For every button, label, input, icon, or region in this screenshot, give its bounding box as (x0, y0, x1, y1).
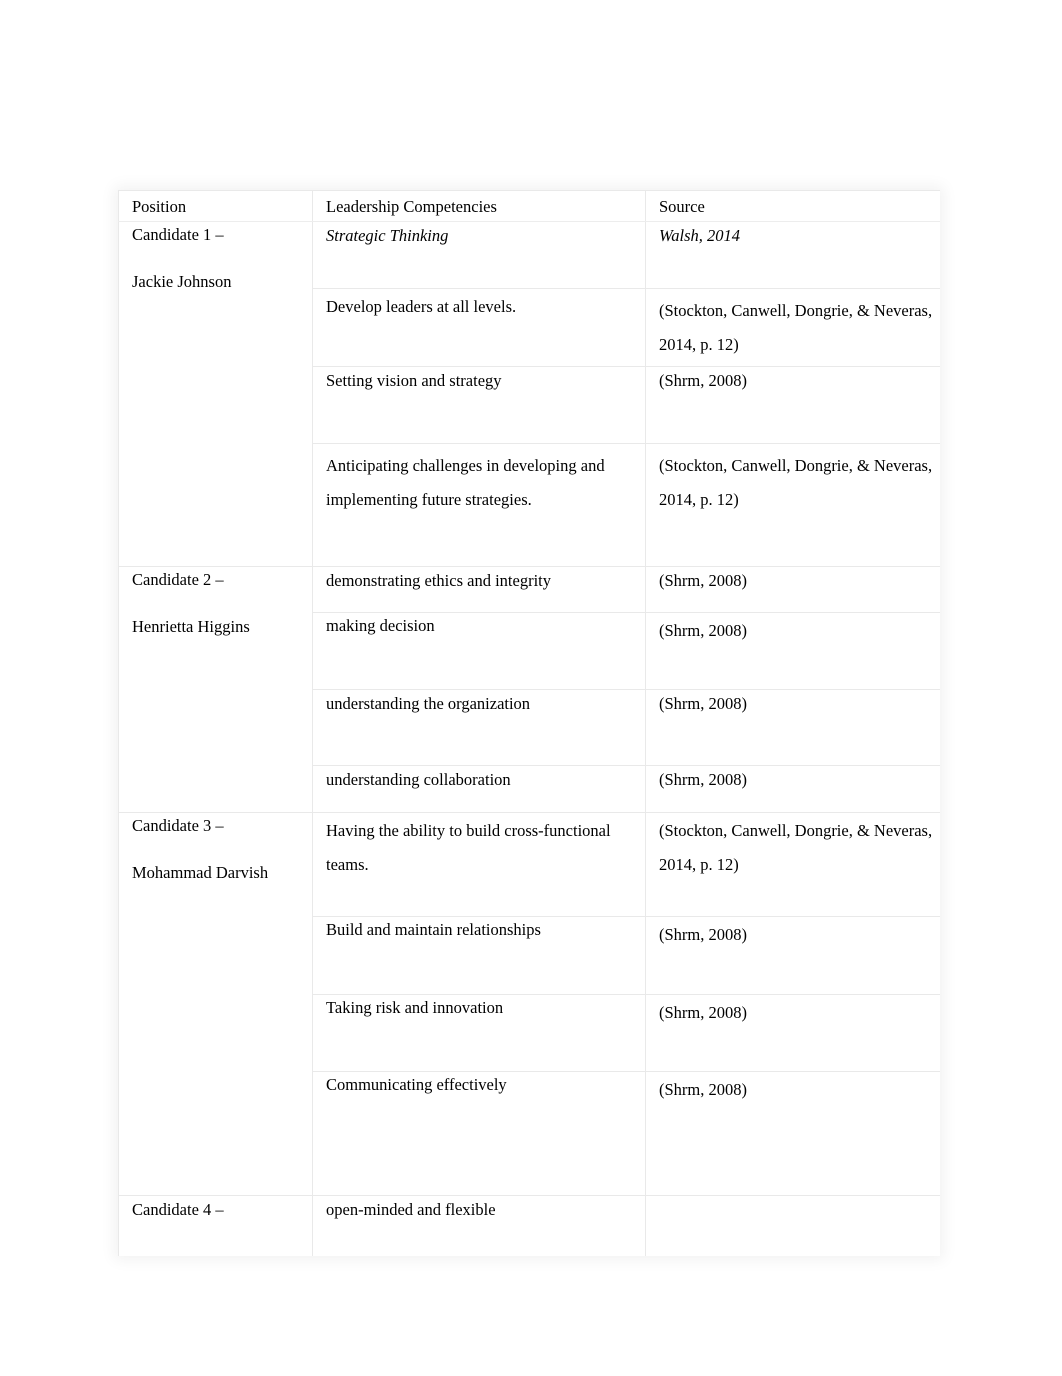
source-cell: (Shrm, 2008) (645, 916, 940, 995)
competency-text: demonstrating ethics and integrity (326, 571, 551, 590)
competency-cell: Setting vision and strategy (312, 366, 646, 444)
competency-text: understanding collaboration (326, 770, 511, 789)
source-text: (Shrm, 2008) (659, 1080, 747, 1099)
competency-text: Communicating effectively (326, 1075, 507, 1094)
competency-cell: understanding the organization (312, 689, 646, 766)
table-row: Candidate 4 – open-minded and flexible (118, 1195, 940, 1256)
source-text (659, 1196, 934, 1197)
candidate-cell-2: Candidate 2 – Henrietta Higgins (118, 566, 313, 813)
source-cell: (Shrm, 2008) (645, 994, 940, 1072)
header-label-position: Position (132, 197, 187, 216)
competency-cell: open-minded and flexible (312, 1195, 646, 1256)
candidate-label-4: Candidate 4 – (132, 1200, 224, 1219)
competency-text: open-minded and flexible (326, 1200, 496, 1219)
source-text: (Shrm, 2008) (659, 925, 747, 944)
leadership-competencies-table: Position Leadership Competencies Source … (118, 190, 940, 1256)
competency-text: Setting vision and strategy (326, 371, 502, 390)
source-text: (Stockton, Canwell, Dongrie, & Neveras, … (659, 456, 933, 510)
competency-cell: understanding collaboration (312, 765, 646, 813)
candidate-cell-1: Candidate 1 – Jackie Johnson (118, 221, 313, 567)
source-text: (Shrm, 2008) (659, 621, 747, 640)
table-header-row: Position Leadership Competencies Source (118, 190, 940, 222)
competency-text: understanding the organization (326, 694, 531, 713)
competency-cell: Having the ability to build cross-functi… (312, 812, 646, 917)
candidate-name-2: Henrietta Higgins (132, 617, 250, 637)
table-row: Candidate 3 – Mohammad Darvish Having th… (118, 812, 940, 1196)
header-label-competencies: Leadership Competencies (326, 197, 497, 216)
source-cell: (Stockton, Canwell, Dongrie, & Neveras, … (645, 443, 940, 567)
table-row: Candidate 2 – Henrietta Higgins demonstr… (118, 566, 940, 813)
candidate-cell-4: Candidate 4 – (118, 1195, 313, 1256)
source-text: (Stockton, Canwell, Dongrie, & Neveras, … (659, 821, 933, 875)
table-row: Candidate 1 – Jackie Johnson Strategic T… (118, 221, 940, 567)
competency-text: Anticipating challenges in developing an… (326, 456, 605, 510)
competency-cell: Develop leaders at all levels. (312, 288, 646, 367)
candidate-label-1: Candidate 1 – (132, 225, 224, 244)
source-cell: (Stockton, Canwell, Dongrie, & Neveras, … (645, 288, 940, 367)
header-cell-position: Position (118, 190, 313, 222)
competency-text: Develop leaders at all levels. (326, 297, 517, 316)
source-cell: Walsh, 2014 (645, 221, 940, 289)
header-cell-source: Source (645, 190, 940, 222)
source-text: (Shrm, 2008) (659, 571, 747, 590)
candidate-name-3: Mohammad Darvish (132, 863, 269, 883)
source-cell: (Shrm, 2008) (645, 1071, 940, 1196)
source-cell: (Shrm, 2008) (645, 566, 940, 613)
competency-text: Build and maintain relationships (326, 920, 541, 939)
source-text: (Shrm, 2008) (659, 770, 747, 789)
document-page: Position Leadership Competencies Source … (0, 0, 1062, 1376)
source-cell (645, 1195, 940, 1256)
competency-text: Strategic Thinking (326, 226, 449, 245)
competency-cell: making decision (312, 612, 646, 690)
competency-text: making decision (326, 616, 435, 635)
competency-cell: demonstrating ethics and integrity (312, 566, 646, 613)
candidate-label-3: Candidate 3 – (132, 816, 224, 835)
competency-cell: Communicating effectively (312, 1071, 646, 1196)
competency-text: Taking risk and innovation (326, 998, 504, 1017)
candidate-label-2: Candidate 2 – (132, 570, 224, 589)
source-cell: (Shrm, 2008) (645, 366, 940, 444)
header-label-source: Source (659, 197, 705, 216)
source-cell: (Shrm, 2008) (645, 689, 940, 766)
competency-cell: Strategic Thinking (312, 221, 646, 289)
source-text: Walsh, 2014 (659, 226, 740, 245)
source-text: (Shrm, 2008) (659, 371, 747, 390)
source-cell: (Shrm, 2008) (645, 612, 940, 690)
source-cell: (Shrm, 2008) (645, 765, 940, 813)
competency-cell: Build and maintain relationships (312, 916, 646, 995)
candidate-name-1: Jackie Johnson (132, 272, 232, 292)
source-text: (Shrm, 2008) (659, 1003, 747, 1022)
candidate-cell-3: Candidate 3 – Mohammad Darvish (118, 812, 313, 1196)
source-text: (Shrm, 2008) (659, 694, 747, 713)
header-cell-competencies: Leadership Competencies (312, 190, 646, 222)
source-text: (Stockton, Canwell, Dongrie, & Neveras, … (659, 301, 933, 355)
source-cell: (Stockton, Canwell, Dongrie, & Neveras, … (645, 812, 940, 917)
competency-text: Having the ability to build cross-functi… (326, 821, 611, 875)
leadership-competencies-table-container: Position Leadership Competencies Source … (118, 190, 940, 1256)
competency-cell: Taking risk and innovation (312, 994, 646, 1072)
competency-cell: Anticipating challenges in developing an… (312, 443, 646, 567)
